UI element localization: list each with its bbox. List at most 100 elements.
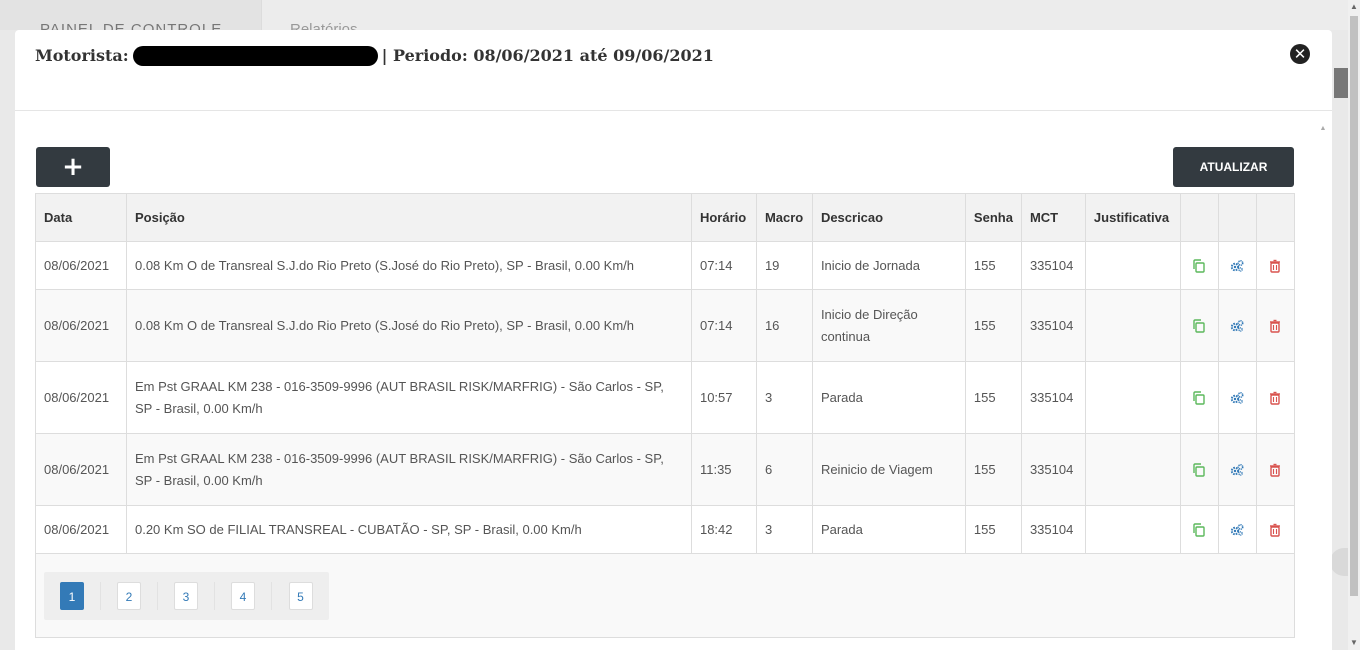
cell-mct: 335104 [1020, 241, 1086, 290]
copy-icon[interactable] [1191, 462, 1207, 477]
cell-justificativa [1084, 361, 1181, 434]
cell-posicao: Em Pst GRAAL KM 238 - 016-3509-9996 (AUT… [125, 433, 692, 506]
cell-justificativa [1084, 241, 1181, 290]
table-row: 08/06/2021 0.20 Km SO de FILIAL TRANSREAL… [35, 505, 1296, 554]
cell-descricao: Parada [811, 361, 966, 434]
table-header-row: Data Posição Horário Macro Descricao Sen… [35, 193, 1296, 242]
scroll-down-arrow-icon[interactable]: ▼ [1348, 636, 1360, 650]
cell-data: 08/06/2021 [35, 505, 127, 554]
cell-macro: 16 [755, 289, 813, 362]
table-row: 08/06/2021 Em Pst GRAAL KM 238 - 016-3509… [35, 361, 1296, 434]
modal-title-period: | Periodo: 08/06/2021 até 09/06/2021 [381, 45, 714, 65]
page-1-button[interactable]: 1 [60, 581, 84, 610]
table-row: 08/06/2021 0.08 Km O de Transreal S.J.do … [35, 241, 1296, 290]
page-item: 3 [158, 581, 215, 610]
settings-row-button[interactable] [1217, 505, 1257, 554]
cell-justificativa [1084, 289, 1181, 362]
settings-row-button[interactable] [1217, 241, 1257, 290]
settings-row-button[interactable] [1217, 361, 1257, 434]
delete-row-button[interactable] [1255, 361, 1296, 434]
copy-row-button[interactable] [1179, 241, 1219, 290]
redacted-driver-name [132, 46, 378, 66]
column-header-posicao[interactable]: Posição [125, 193, 692, 242]
cell-horario: 07:14 [690, 241, 757, 290]
page-4-button[interactable]: 4 [231, 581, 255, 610]
background-tab-label: Relatórios [290, 21, 358, 30]
settings-row-button[interactable] [1217, 433, 1257, 506]
copy-row-button[interactable] [1179, 361, 1219, 434]
settings-gears-icon[interactable] [1229, 522, 1245, 537]
cell-posicao: Em Pst GRAAL KM 238 - 016-3509-9996 (AUT… [125, 361, 692, 434]
cell-descricao: Reinicio de Viagem [811, 433, 966, 506]
settings-gears-icon[interactable] [1229, 462, 1245, 477]
cell-horario: 10:57 [690, 361, 757, 434]
cell-data: 08/06/2021 [35, 241, 127, 290]
settings-gears-icon[interactable] [1229, 258, 1245, 273]
page-item: 2 [101, 581, 158, 610]
cell-senha: 155 [964, 289, 1022, 362]
cell-horario: 18:42 [690, 505, 757, 554]
modal-scrollbar[interactable]: ▲ [1318, 125, 1328, 650]
column-header-horario[interactable]: Horário [690, 193, 757, 242]
delete-row-button[interactable] [1255, 433, 1296, 506]
page-scroll-thumb[interactable] [1350, 16, 1358, 596]
trash-icon[interactable] [1267, 318, 1283, 333]
pagination-row: 1 2 3 4 5 [35, 553, 1295, 638]
cell-senha: 155 [964, 241, 1022, 290]
cell-justificativa [1084, 505, 1181, 554]
delete-row-button[interactable] [1255, 505, 1296, 554]
scroll-up-arrow-icon[interactable]: ▲ [1348, 0, 1360, 14]
modal-header: Motorista: | Periodo: 08/06/2021 até 09/… [15, 30, 1332, 111]
column-header-action-delete [1255, 193, 1296, 242]
background-sidebar-label: PAINEL DE CONTROLE [40, 21, 223, 30]
table-row: 08/06/2021 0.08 Km O de Transreal S.J.do … [35, 289, 1296, 362]
copy-icon[interactable] [1191, 522, 1207, 537]
background-element [1334, 68, 1348, 98]
driver-events-modal: Motorista: | Periodo: 08/06/2021 até 09/… [15, 30, 1332, 650]
trash-icon[interactable] [1267, 462, 1283, 477]
cell-descricao: Inicio de Direção continua [811, 289, 966, 362]
page-5-button[interactable]: 5 [288, 581, 313, 610]
settings-gears-icon[interactable] [1229, 318, 1245, 333]
column-header-descricao[interactable]: Descricao [811, 193, 966, 242]
cell-senha: 155 [964, 361, 1022, 434]
cell-mct: 335104 [1020, 505, 1086, 554]
page-item: 4 [215, 581, 272, 610]
cell-senha: 155 [964, 433, 1022, 506]
copy-icon[interactable] [1191, 390, 1207, 405]
column-header-mct[interactable]: MCT [1020, 193, 1086, 242]
cell-posicao: 0.20 Km SO de FILIAL TRANSREAL - CUBATÃO… [125, 505, 692, 554]
copy-row-button[interactable] [1179, 289, 1219, 362]
column-header-senha[interactable]: Senha [964, 193, 1022, 242]
cell-descricao: Inicio de Jornada [811, 241, 966, 290]
cell-mct: 335104 [1020, 361, 1086, 434]
cell-macro: 3 [755, 361, 813, 434]
copy-row-button[interactable] [1179, 433, 1219, 506]
cell-macro: 6 [755, 433, 813, 506]
settings-gears-icon[interactable] [1229, 390, 1245, 405]
copy-row-button[interactable] [1179, 505, 1219, 554]
refresh-button[interactable]: ATUALIZAR [1173, 147, 1294, 187]
add-event-button[interactable]: + [36, 147, 110, 187]
settings-row-button[interactable] [1217, 289, 1257, 362]
delete-row-button[interactable] [1255, 289, 1296, 362]
delete-row-button[interactable] [1255, 241, 1296, 290]
copy-icon[interactable] [1191, 318, 1207, 333]
modal-body: ▲ + ATUALIZAR Data Posição Horário Macro… [15, 111, 1332, 650]
trash-icon[interactable] [1267, 390, 1283, 405]
trash-icon[interactable] [1267, 258, 1283, 273]
column-header-justificativa[interactable]: Justificativa [1084, 193, 1181, 242]
column-header-macro[interactable]: Macro [755, 193, 813, 242]
events-table-body: 08/06/2021 0.08 Km O de Transreal S.J.do … [35, 241, 1296, 638]
background-element [1330, 548, 1348, 576]
copy-icon[interactable] [1191, 258, 1207, 273]
page-2-button[interactable]: 2 [117, 581, 141, 610]
close-icon[interactable]: ✕ [1290, 44, 1310, 64]
scroll-up-arrow-icon[interactable]: ▲ [1318, 125, 1328, 132]
page-3-button[interactable]: 3 [174, 581, 198, 610]
column-header-data[interactable]: Data [35, 193, 127, 242]
trash-icon[interactable] [1267, 522, 1283, 537]
pagination-cell: 1 2 3 4 5 [35, 553, 1295, 638]
page-scrollbar[interactable]: ▲ ▼ [1348, 0, 1360, 650]
cell-justificativa [1084, 433, 1181, 506]
